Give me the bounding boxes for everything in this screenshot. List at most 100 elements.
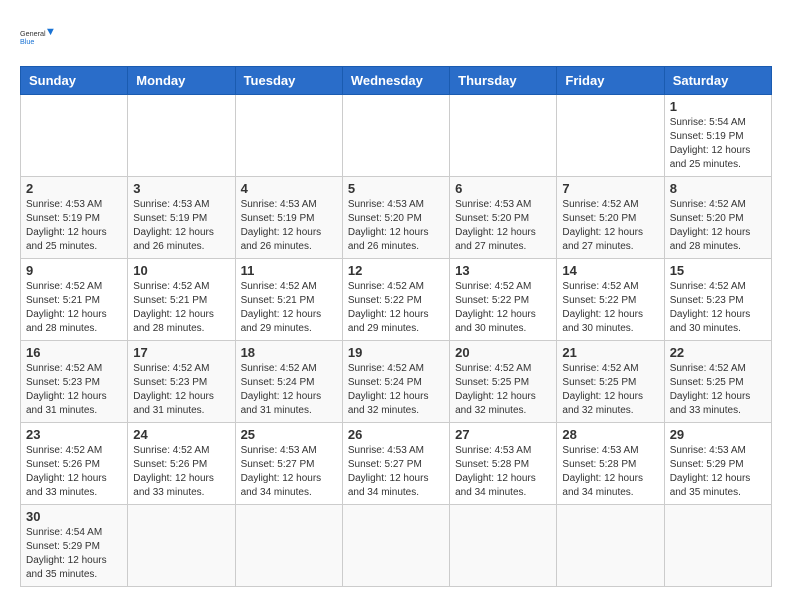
weekday-header-wednesday: Wednesday xyxy=(342,67,449,95)
day-number: 16 xyxy=(26,345,122,360)
weekday-header-row: SundayMondayTuesdayWednesdayThursdayFrid… xyxy=(21,67,772,95)
page-header: GeneralBlue xyxy=(20,20,772,56)
calendar-cell xyxy=(664,505,771,587)
calendar-cell: 19 Sunrise: 4:52 AM Sunset: 5:24 PM Dayli… xyxy=(342,341,449,423)
day-number: 7 xyxy=(562,181,658,196)
day-number: 12 xyxy=(348,263,444,278)
calendar-cell xyxy=(557,95,664,177)
day-info: Sunrise: 4:52 AM Sunset: 5:24 PM Dayligh… xyxy=(241,362,337,418)
calendar-week-4: 23 Sunrise: 4:52 AM Sunset: 5:26 PM Dayli… xyxy=(21,423,772,505)
day-number: 24 xyxy=(133,427,229,442)
calendar-cell xyxy=(557,505,664,587)
calendar-cell: 22Sunrise: 4:52 AM Sunset: 5:25 PM Dayli… xyxy=(664,341,771,423)
day-number: 20 xyxy=(455,345,551,360)
weekday-header-saturday: Saturday xyxy=(664,67,771,95)
day-number: 4 xyxy=(241,181,337,196)
day-number: 5 xyxy=(348,181,444,196)
day-info: Sunrise: 4:53 AM Sunset: 5:27 PM Dayligh… xyxy=(348,444,444,500)
day-number: 15 xyxy=(670,263,766,278)
weekday-header-friday: Friday xyxy=(557,67,664,95)
calendar-cell: 28Sunrise: 4:53 AM Sunset: 5:28 PM Dayli… xyxy=(557,423,664,505)
day-info: Sunrise: 4:53 AM Sunset: 5:19 PM Dayligh… xyxy=(133,198,229,254)
day-number: 13 xyxy=(455,263,551,278)
day-info: Sunrise: 4:53 AM Sunset: 5:20 PM Dayligh… xyxy=(348,198,444,254)
svg-text:Blue: Blue xyxy=(20,37,34,46)
day-info: Sunrise: 4:53 AM Sunset: 5:28 PM Dayligh… xyxy=(455,444,551,500)
day-number: 1 xyxy=(670,99,766,114)
day-number: 11 xyxy=(241,263,337,278)
day-number: 17 xyxy=(133,345,229,360)
calendar-cell: 13 Sunrise: 4:52 AM Sunset: 5:22 PM Dayli… xyxy=(450,259,557,341)
calendar-week-2: 9Sunrise: 4:52 AM Sunset: 5:21 PM Daylig… xyxy=(21,259,772,341)
calendar-week-3: 16 Sunrise: 4:52 AM Sunset: 5:23 PM Dayli… xyxy=(21,341,772,423)
day-number: 26 xyxy=(348,427,444,442)
day-info: Sunrise: 4:53 AM Sunset: 5:20 PM Dayligh… xyxy=(455,198,551,254)
day-info: Sunrise: 4:52 AM Sunset: 5:22 PM Dayligh… xyxy=(562,280,658,336)
day-number: 25 xyxy=(241,427,337,442)
calendar-cell: 21 Sunrise: 4:52 AM Sunset: 5:25 PM Dayli… xyxy=(557,341,664,423)
calendar-cell: 30Sunrise: 4:54 AM Sunset: 5:29 PM Dayli… xyxy=(21,505,128,587)
calendar-table: SundayMondayTuesdayWednesdayThursdayFrid… xyxy=(20,66,772,587)
day-info: Sunrise: 4:52 AM Sunset: 5:25 PM Dayligh… xyxy=(455,362,551,418)
day-number: 8 xyxy=(670,181,766,196)
weekday-header-monday: Monday xyxy=(128,67,235,95)
day-info: Sunrise: 4:53 AM Sunset: 5:19 PM Dayligh… xyxy=(241,198,337,254)
calendar-cell: 26 Sunrise: 4:53 AM Sunset: 5:27 PM Dayli… xyxy=(342,423,449,505)
calendar-cell xyxy=(128,505,235,587)
day-info: Sunrise: 4:52 AM Sunset: 5:23 PM Dayligh… xyxy=(133,362,229,418)
day-info: Sunrise: 4:52 AM Sunset: 5:21 PM Dayligh… xyxy=(241,280,337,336)
day-number: 23 xyxy=(26,427,122,442)
day-number: 30 xyxy=(26,509,122,524)
day-number: 2 xyxy=(26,181,122,196)
day-info: Sunrise: 4:52 AM Sunset: 5:22 PM Dayligh… xyxy=(455,280,551,336)
calendar-cell: 25 Sunrise: 4:53 AM Sunset: 5:27 PM Dayli… xyxy=(235,423,342,505)
day-info: Sunrise: 4:52 AM Sunset: 5:23 PM Dayligh… xyxy=(26,362,122,418)
day-info: Sunrise: 4:52 AM Sunset: 5:20 PM Dayligh… xyxy=(670,198,766,254)
svg-text:General: General xyxy=(20,29,46,38)
calendar-cell: 8 Sunrise: 4:52 AM Sunset: 5:20 PM Daylig… xyxy=(664,177,771,259)
day-info: Sunrise: 4:52 AM Sunset: 5:26 PM Dayligh… xyxy=(133,444,229,500)
calendar-cell xyxy=(235,95,342,177)
day-number: 29 xyxy=(670,427,766,442)
calendar-cell xyxy=(21,95,128,177)
calendar-cell: 1Sunrise: 5:54 AM Sunset: 5:19 PM Daylig… xyxy=(664,95,771,177)
day-info: Sunrise: 4:52 AM Sunset: 5:26 PM Dayligh… xyxy=(26,444,122,500)
day-info: Sunrise: 4:53 AM Sunset: 5:19 PM Dayligh… xyxy=(26,198,122,254)
calendar-cell: 24 Sunrise: 4:52 AM Sunset: 5:26 PM Dayli… xyxy=(128,423,235,505)
day-info: Sunrise: 4:53 AM Sunset: 5:27 PM Dayligh… xyxy=(241,444,337,500)
day-number: 10 xyxy=(133,263,229,278)
calendar-cell: 17 Sunrise: 4:52 AM Sunset: 5:23 PM Dayli… xyxy=(128,341,235,423)
calendar-cell: 20 Sunrise: 4:52 AM Sunset: 5:25 PM Dayli… xyxy=(450,341,557,423)
day-number: 18 xyxy=(241,345,337,360)
day-number: 21 xyxy=(562,345,658,360)
day-info: Sunrise: 4:52 AM Sunset: 5:22 PM Dayligh… xyxy=(348,280,444,336)
day-info: Sunrise: 4:52 AM Sunset: 5:21 PM Dayligh… xyxy=(133,280,229,336)
day-info: Sunrise: 4:52 AM Sunset: 5:23 PM Dayligh… xyxy=(670,280,766,336)
calendar-week-5: 30Sunrise: 4:54 AM Sunset: 5:29 PM Dayli… xyxy=(21,505,772,587)
calendar-cell: 16 Sunrise: 4:52 AM Sunset: 5:23 PM Dayli… xyxy=(21,341,128,423)
calendar-cell xyxy=(128,95,235,177)
calendar-week-0: 1Sunrise: 5:54 AM Sunset: 5:19 PM Daylig… xyxy=(21,95,772,177)
calendar-cell: 5 Sunrise: 4:53 AM Sunset: 5:20 PM Daylig… xyxy=(342,177,449,259)
calendar-cell: 14Sunrise: 4:52 AM Sunset: 5:22 PM Dayli… xyxy=(557,259,664,341)
calendar-cell xyxy=(235,505,342,587)
day-number: 19 xyxy=(348,345,444,360)
day-number: 22 xyxy=(670,345,766,360)
logo: GeneralBlue xyxy=(20,20,56,56)
day-info: Sunrise: 4:52 AM Sunset: 5:20 PM Dayligh… xyxy=(562,198,658,254)
calendar-cell xyxy=(342,95,449,177)
calendar-cell: 29Sunrise: 4:53 AM Sunset: 5:29 PM Dayli… xyxy=(664,423,771,505)
day-info: Sunrise: 4:52 AM Sunset: 5:24 PM Dayligh… xyxy=(348,362,444,418)
weekday-header-thursday: Thursday xyxy=(450,67,557,95)
calendar-cell: 6Sunrise: 4:53 AM Sunset: 5:20 PM Daylig… xyxy=(450,177,557,259)
day-info: Sunrise: 4:52 AM Sunset: 5:25 PM Dayligh… xyxy=(562,362,658,418)
calendar-cell: 3Sunrise: 4:53 AM Sunset: 5:19 PM Daylig… xyxy=(128,177,235,259)
calendar-cell: 7 Sunrise: 4:52 AM Sunset: 5:20 PM Daylig… xyxy=(557,177,664,259)
calendar-cell: 23 Sunrise: 4:52 AM Sunset: 5:26 PM Dayli… xyxy=(21,423,128,505)
calendar-cell: 12 Sunrise: 4:52 AM Sunset: 5:22 PM Dayli… xyxy=(342,259,449,341)
day-info: Sunrise: 4:52 AM Sunset: 5:21 PM Dayligh… xyxy=(26,280,122,336)
day-number: 27 xyxy=(455,427,551,442)
logo-icon: GeneralBlue xyxy=(20,20,56,56)
day-number: 28 xyxy=(562,427,658,442)
calendar-cell xyxy=(450,95,557,177)
